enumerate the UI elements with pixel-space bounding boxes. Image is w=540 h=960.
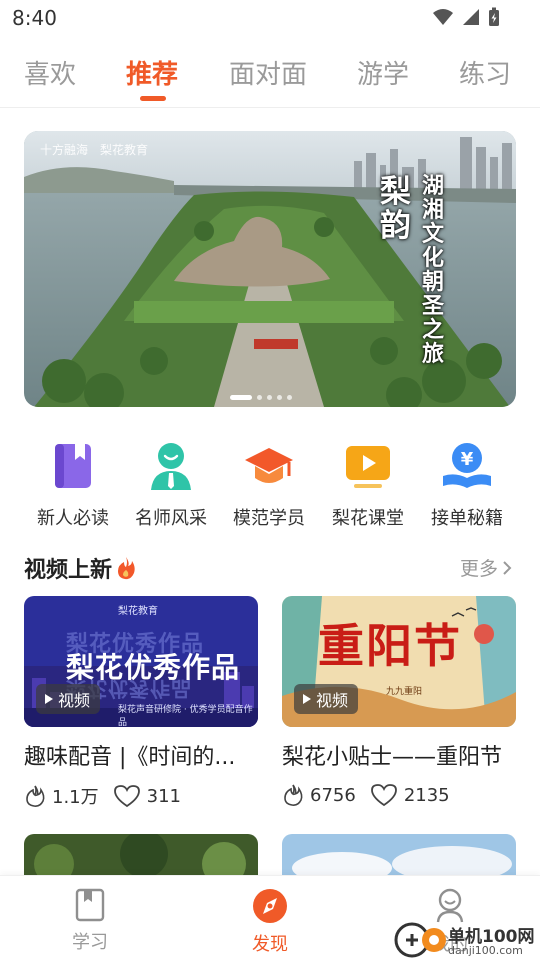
nav-label: 学习 — [72, 932, 108, 953]
flame-icon — [26, 785, 45, 807]
tab-face-to-face[interactable]: 面对面 — [229, 54, 307, 91]
teacher-avatar-icon — [151, 443, 191, 490]
more-link-label: 更多 — [459, 558, 498, 580]
video-card-stats: 6756 2135 — [282, 783, 516, 807]
carousel-dots — [230, 395, 292, 400]
video-card[interactable] — [24, 834, 258, 875]
banner-logo-left: 十方融海 — [40, 143, 89, 157]
quick-link-model-students[interactable]: 模范学员 — [219, 438, 319, 530]
thumbnail-small-text: 九九重阳 — [386, 687, 423, 697]
carousel-dot — [277, 395, 282, 400]
favorites-stat[interactable]: 311 — [113, 784, 181, 808]
quick-link-label: 梨花课堂 — [332, 508, 404, 529]
video-thumbnail: 重阳节 九九重阳 视频 — [282, 596, 516, 727]
video-card-stats: 1.1万 311 — [24, 783, 258, 809]
tab-recommended[interactable]: 推荐 — [126, 54, 178, 91]
watermark-logo-icon — [394, 922, 446, 958]
status-time: 8:40 — [12, 6, 57, 30]
carousel-dot — [267, 395, 272, 400]
chevron-right-icon — [503, 560, 512, 575]
banner-carousel[interactable]: 十方融海 梨花教育 梨韵 湖湘文化朝圣之旅 — [24, 131, 516, 407]
play-icon — [303, 694, 311, 704]
book-icon — [75, 888, 105, 922]
thumbnail-heading: 梨花优秀作品 — [66, 651, 241, 684]
battery-icon — [489, 7, 499, 26]
quick-link-label: 模范学员 — [233, 508, 305, 529]
banner-subtitle: 湖湘文化朝圣之旅 — [422, 174, 445, 367]
flame-icon — [284, 784, 303, 806]
status-icons — [432, 7, 500, 27]
video-badge-label: 视频 — [58, 691, 91, 710]
likes-stat: 6756 — [282, 783, 356, 807]
likes-stat: 1.1万 — [24, 783, 99, 809]
nav-label: 发现 — [252, 934, 288, 955]
video-card[interactable]: 梨花教育 梨花优秀作品 梨花优秀作品 梨花优秀作品 梨花声音研修院 · 优秀学员… — [24, 596, 258, 809]
quick-links: 新人必读 名师风采 模范学员 梨花课堂 ¥ 接单秘籍 — [0, 438, 540, 530]
tab-study-tour[interactable]: 游学 — [357, 54, 409, 91]
likes-count: 1.1万 — [52, 787, 99, 808]
video-badge: 视频 — [294, 684, 359, 714]
video-card-title: 梨花小贴士——重阳节 — [282, 745, 503, 770]
nav-discover[interactable]: 发现 — [230, 888, 310, 956]
section-title: 视频上新 — [24, 552, 136, 584]
carousel-dot — [257, 395, 262, 400]
graduation-cap-icon — [245, 448, 293, 483]
video-thumbnail — [24, 834, 258, 875]
watermark: 单机100网 danji100.com — [392, 918, 540, 960]
video-card-title: 趣味配音 |《时间的... — [24, 745, 236, 770]
quick-link-classroom[interactable]: 梨花课堂 — [318, 438, 418, 530]
video-card[interactable]: 重阳节 九九重阳 视频 梨花小贴士——重阳节 6756 2135 — [282, 596, 516, 807]
status-bar: 8:40 — [0, 0, 540, 36]
carousel-dot — [287, 395, 292, 400]
heart-icon — [370, 784, 397, 807]
video-card[interactable] — [282, 834, 516, 875]
nav-study[interactable]: 学习 — [50, 888, 130, 954]
banner-title: 梨韵 — [380, 174, 411, 244]
thumbnail-heading: 重阳节 — [318, 619, 462, 673]
heart-icon — [113, 785, 140, 808]
favorites-count: 2135 — [403, 784, 450, 806]
thumbnail-subtitle: 梨花声音研修院 · 优秀学员配音作品 — [118, 705, 253, 727]
quick-link-label: 新人必读 — [37, 508, 109, 529]
section-title-text: 视频上新 — [24, 558, 113, 583]
watermark-url: danji100.com — [448, 944, 523, 957]
yuan-book-icon: ¥ — [443, 443, 491, 488]
wifi-icon — [433, 9, 453, 25]
video-badge: 视频 — [36, 684, 101, 714]
quick-link-teachers[interactable]: 名师风采 — [121, 438, 221, 530]
video-badge-label: 视频 — [316, 691, 349, 710]
video-thumbnail: 梨花教育 梨花优秀作品 梨花优秀作品 梨花优秀作品 梨花声音研修院 · 优秀学员… — [24, 596, 258, 727]
more-link[interactable]: 更多 — [460, 554, 512, 581]
banner-logo-right: 梨花教育 — [100, 143, 149, 157]
video-thumbnail — [282, 834, 516, 875]
favorites-stat[interactable]: 2135 — [370, 783, 450, 807]
quick-link-order-tips[interactable]: ¥ 接单秘籍 — [417, 438, 517, 530]
tab-practice[interactable]: 练习 — [459, 54, 511, 91]
carousel-dot-active — [230, 395, 252, 400]
svg-text:¥: ¥ — [461, 449, 474, 470]
likes-count: 6756 — [310, 784, 356, 806]
favorites-count: 311 — [146, 785, 181, 807]
video-play-icon — [346, 446, 390, 488]
active-tab-indicator — [140, 96, 166, 101]
tab-favorites[interactable]: 喜欢 — [24, 54, 76, 91]
top-tabs: 喜欢 推荐 面对面 游学 练习 — [0, 44, 540, 108]
signal-icon — [463, 9, 479, 25]
quick-link-newcomer-guide[interactable]: 新人必读 — [23, 438, 123, 530]
banner-logos: 十方融海 梨花教育 — [40, 141, 148, 158]
quick-link-label: 名师风采 — [135, 508, 207, 529]
compass-icon — [253, 889, 287, 923]
thumbnail-background — [24, 834, 258, 875]
fire-icon — [118, 557, 135, 580]
play-icon — [45, 694, 53, 704]
quick-link-label: 接单秘籍 — [431, 508, 503, 529]
thumbnail-background — [282, 834, 516, 875]
book-bookmark-icon — [55, 444, 91, 488]
thumbnail-logo: 梨花教育 — [118, 606, 158, 617]
